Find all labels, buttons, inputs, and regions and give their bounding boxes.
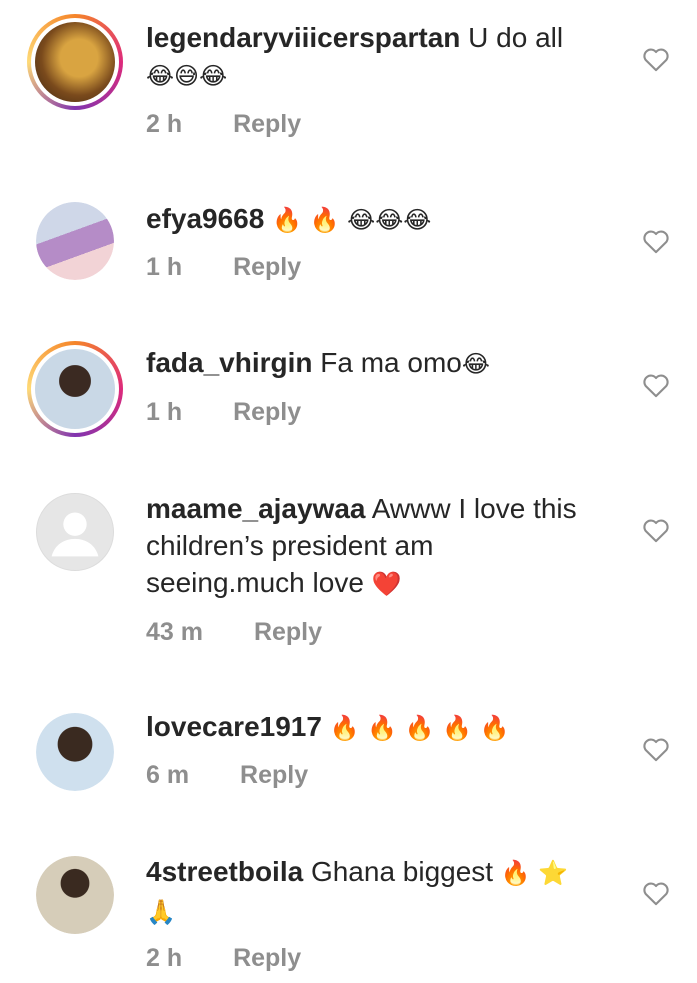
comment-username[interactable]: efya9668	[146, 203, 264, 234]
comment-username[interactable]: 4streetboila	[146, 856, 303, 887]
avatar[interactable]	[27, 14, 123, 110]
heart-outline-icon[interactable]	[642, 736, 670, 762]
comment-body: Fa ma omo	[320, 347, 462, 378]
comment-meta: 2 h Reply	[146, 110, 301, 139]
comment-username[interactable]: lovecare1917	[146, 711, 322, 742]
comment-meta: 1 h Reply	[146, 253, 301, 282]
comment-text: legendaryviiicerspartan U do all 😂😅😂	[146, 19, 586, 95]
comment-body: U do all	[468, 22, 564, 53]
comment-time: 2 h	[146, 944, 183, 972]
comment-time: 1 h	[146, 398, 183, 426]
reply-button[interactable]: Reply	[233, 253, 301, 282]
comment-text: maame_ajaywaa Awww I love this children’…	[146, 490, 586, 603]
comment-username[interactable]: fada_vhirgin	[146, 347, 312, 378]
heart-outline-icon[interactable]	[642, 228, 670, 254]
comment-meta: 2 h Reply	[146, 944, 301, 973]
reply-button[interactable]: Reply	[233, 944, 301, 973]
comment-text: lovecare1917 🔥 🔥 🔥 🔥 🔥	[146, 708, 586, 747]
comment-emoji: 🔥 🔥 😂😂😂	[272, 206, 432, 234]
comment-emoji: ❤️	[371, 570, 402, 598]
reply-button[interactable]: Reply	[240, 761, 308, 790]
comment-meta: 1 h Reply	[146, 398, 301, 427]
comment-meta: 6 m Reply	[146, 761, 308, 790]
comment-time: 6 m	[146, 761, 190, 789]
reply-button[interactable]: Reply	[233, 398, 301, 427]
avatar[interactable]	[27, 341, 123, 437]
comment-emoji: 😂	[461, 350, 490, 378]
heart-outline-icon[interactable]	[642, 880, 670, 906]
heart-outline-icon[interactable]	[642, 517, 670, 543]
default-avatar-icon	[51, 512, 99, 557]
comment-username[interactable]: legendaryviiicerspartan	[146, 22, 460, 53]
avatar[interactable]	[36, 856, 114, 934]
comment-text: 4streetboila Ghana biggest 🔥 ⭐🙏	[146, 853, 586, 931]
comment-username[interactable]: maame_ajaywaa	[146, 493, 366, 524]
avatar[interactable]	[36, 202, 114, 280]
comment-time: 2 h	[146, 110, 183, 138]
comment-time: 1 h	[146, 253, 183, 281]
comment-meta: 43 m Reply	[146, 618, 322, 647]
comment-time: 43 m	[146, 618, 203, 646]
heart-outline-icon[interactable]	[642, 46, 670, 72]
comment-text: fada_vhirgin Fa ma omo😂	[146, 344, 586, 383]
reply-button[interactable]: Reply	[254, 618, 322, 647]
comment-text: efya9668 🔥 🔥 😂😂😂	[146, 200, 586, 239]
heart-outline-icon[interactable]	[642, 372, 670, 398]
reply-button[interactable]: Reply	[233, 110, 301, 139]
comment-body: Ghana biggest	[310, 856, 494, 887]
comment-emoji: 🔥 🔥 🔥 🔥 🔥	[329, 714, 510, 742]
avatar[interactable]	[36, 713, 114, 791]
avatar[interactable]	[36, 493, 114, 571]
comment-emoji: 😂😅😂	[146, 62, 228, 90]
